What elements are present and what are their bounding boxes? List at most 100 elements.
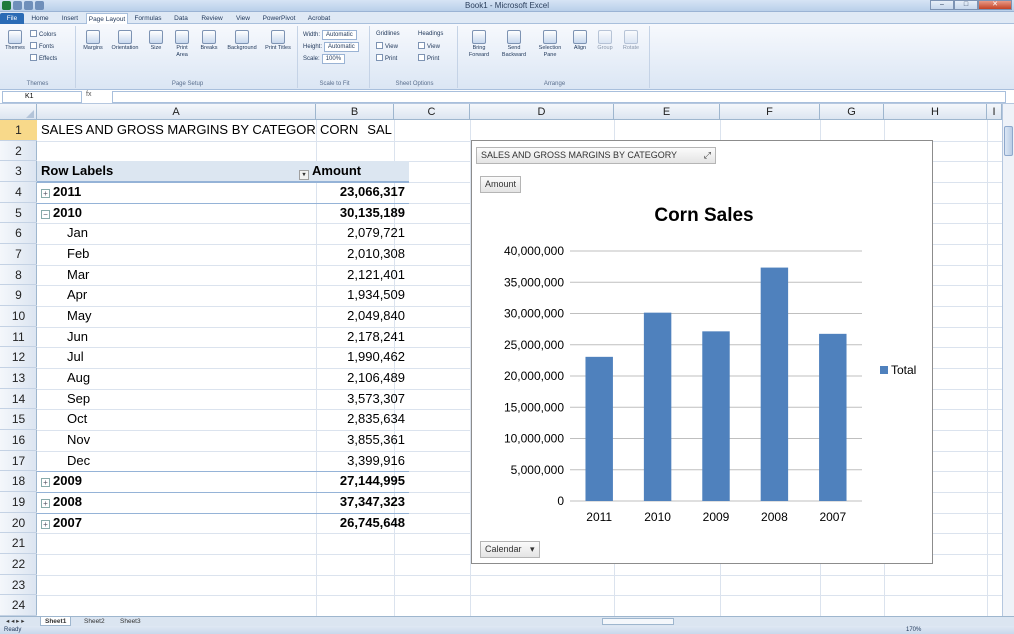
tab-formulas[interactable]: Formulas xyxy=(130,13,166,24)
row-header-6[interactable]: 6 xyxy=(0,223,37,244)
year-row-value[interactable]: 30,135,189 xyxy=(316,203,409,224)
rotate-button[interactable]: Rotate xyxy=(620,30,642,52)
scale-control[interactable]: Scale: 100% xyxy=(303,54,346,64)
month-row-value[interactable]: 2,121,401 xyxy=(316,265,409,286)
row-header-3[interactable]: 3 xyxy=(0,161,37,182)
month-row-value[interactable]: 3,399,916 xyxy=(316,451,409,472)
gridlines-print-checkbox[interactable]: Print xyxy=(376,54,397,63)
tab-powerpivot[interactable]: PowerPivot xyxy=(258,13,300,24)
pivot-chart[interactable]: SALES AND GROSS MARGINS BY CATEGORY ⤢ Am… xyxy=(471,140,933,564)
headings-view-checkbox[interactable]: View xyxy=(418,42,440,51)
close-button[interactable]: ✕ xyxy=(978,0,1012,10)
month-row-value[interactable]: 2,106,489 xyxy=(316,368,409,389)
orientation-button[interactable]: Orientation xyxy=(108,30,142,52)
row-header-11[interactable]: 11 xyxy=(0,327,37,348)
tab-view[interactable]: View xyxy=(230,13,256,24)
column-header-g[interactable]: G xyxy=(820,104,884,120)
month-row-value[interactable]: 1,934,509 xyxy=(316,285,409,306)
expand-icon[interactable]: + xyxy=(41,499,50,509)
margins-button[interactable]: Margins xyxy=(82,30,104,52)
column-header-h[interactable]: H xyxy=(884,104,987,120)
column-header-e[interactable]: E xyxy=(614,104,720,120)
row-header-10[interactable]: 10 xyxy=(0,306,37,327)
tab-sheet2[interactable]: Sheet2 xyxy=(80,617,109,626)
select-all-corner[interactable] xyxy=(0,104,37,120)
row-header-12[interactable]: 12 xyxy=(0,347,37,369)
month-row-label[interactable]: Jun xyxy=(67,327,287,348)
gridlines-view-checkbox[interactable]: View xyxy=(376,42,398,51)
name-box[interactable]: K1 xyxy=(2,91,82,103)
month-row-label[interactable]: Dec xyxy=(67,451,287,472)
height-control[interactable]: Height: Automatic xyxy=(303,42,359,52)
send-backward-button[interactable]: Send Backward xyxy=(498,30,530,59)
pivot-filter-title[interactable]: SALES AND GROSS MARGINS BY CATEGORY xyxy=(41,120,316,141)
row-header-4[interactable]: 4 xyxy=(0,182,37,203)
month-row-label[interactable]: Feb xyxy=(67,244,287,265)
row-header-7[interactable]: 7 xyxy=(0,244,37,265)
tab-file[interactable]: File xyxy=(0,13,24,24)
row-header-20[interactable]: 20 xyxy=(0,513,37,534)
row-header-22[interactable]: 22 xyxy=(0,554,37,575)
month-row-label[interactable]: May xyxy=(67,306,287,327)
column-header-b[interactable]: B xyxy=(316,104,394,120)
zoom-level[interactable]: 170% xyxy=(906,626,921,634)
year-row-label[interactable]: +2009 xyxy=(41,471,291,492)
print-titles-button[interactable]: Print Titles xyxy=(264,30,292,52)
minimize-button[interactable]: – xyxy=(930,0,954,10)
expand-icon[interactable]: + xyxy=(41,189,50,198)
row-header-24[interactable]: 24 xyxy=(0,595,37,617)
colors-button[interactable]: Colors xyxy=(30,30,56,39)
column-header-a[interactable]: A xyxy=(37,104,316,120)
themes-button[interactable]: Themes xyxy=(4,30,26,52)
tab-insert[interactable]: Insert xyxy=(56,13,84,24)
scroll-thumb[interactable] xyxy=(1004,126,1013,156)
month-row-label[interactable]: Nov xyxy=(67,430,287,451)
month-row-label[interactable]: Jul xyxy=(67,347,287,368)
selection-pane-button[interactable]: Selection Pane xyxy=(534,30,566,59)
vertical-scrollbar[interactable] xyxy=(1002,104,1014,616)
bring-forward-button[interactable]: Bring Forward xyxy=(464,30,494,59)
column-header-i[interactable]: I xyxy=(987,104,1002,120)
tab-page-layout[interactable]: Page Layout xyxy=(86,13,128,24)
row-header-19[interactable]: 19 xyxy=(0,492,37,513)
month-row-value[interactable]: 2,079,721 xyxy=(316,223,409,244)
row-header-14[interactable]: 14 xyxy=(0,389,37,410)
year-row-label[interactable]: +2007 xyxy=(41,513,291,534)
column-header-d[interactable]: D xyxy=(470,104,614,120)
month-row-value[interactable]: 3,855,361 xyxy=(316,430,409,451)
row-header-18[interactable]: 18 xyxy=(0,471,37,493)
year-row-label[interactable]: +2008 xyxy=(41,492,291,513)
year-row-value[interactable]: 27,144,995 xyxy=(316,471,409,492)
year-row-value[interactable]: 26,745,648 xyxy=(316,513,409,534)
year-row-label[interactable]: +2011 xyxy=(41,182,291,203)
month-row-value[interactable]: 3,573,307 xyxy=(316,389,409,410)
print-area-button[interactable]: Print Area xyxy=(170,30,194,59)
size-button[interactable]: Size xyxy=(146,30,166,52)
width-control[interactable]: Width: Automatic xyxy=(303,30,357,40)
month-row-label[interactable]: Oct xyxy=(67,409,287,430)
column-header-c[interactable]: C xyxy=(394,104,470,120)
maximize-button[interactable]: □ xyxy=(954,0,978,10)
dropdown-icon[interactable]: ▾ xyxy=(299,170,309,181)
amount-header[interactable]: ▾ Amount xyxy=(299,161,409,182)
month-row-value[interactable]: 2,178,241 xyxy=(316,327,409,348)
month-row-label[interactable]: Aug xyxy=(67,368,287,389)
row-labels-header[interactable]: Row Labels xyxy=(41,161,316,182)
fx-button[interactable]: fx xyxy=(86,91,91,98)
year-row-value[interactable]: 37,347,323 xyxy=(316,492,409,513)
row-header-8[interactable]: 8 xyxy=(0,265,37,286)
tab-review[interactable]: Review xyxy=(196,13,228,24)
month-row-value[interactable]: 1,990,462 xyxy=(316,347,409,368)
expand-icon[interactable]: + xyxy=(41,519,50,529)
row-header-15[interactable]: 15 xyxy=(0,409,37,431)
align-button[interactable]: Align xyxy=(570,30,590,52)
tab-data[interactable]: Data xyxy=(168,13,194,24)
tab-sheet1[interactable]: Sheet1 xyxy=(40,617,72,626)
tab-sheet3[interactable]: Sheet3 xyxy=(116,617,145,626)
pivot-filter-value[interactable]: CORNSALES▾ xyxy=(320,120,392,141)
row-header-16[interactable]: 16 xyxy=(0,430,37,451)
year-row-label[interactable]: −2010 xyxy=(41,203,291,224)
month-row-label[interactable]: Jan xyxy=(67,223,287,244)
fonts-button[interactable]: Fonts xyxy=(30,42,54,51)
headings-print-checkbox[interactable]: Print xyxy=(418,54,439,63)
